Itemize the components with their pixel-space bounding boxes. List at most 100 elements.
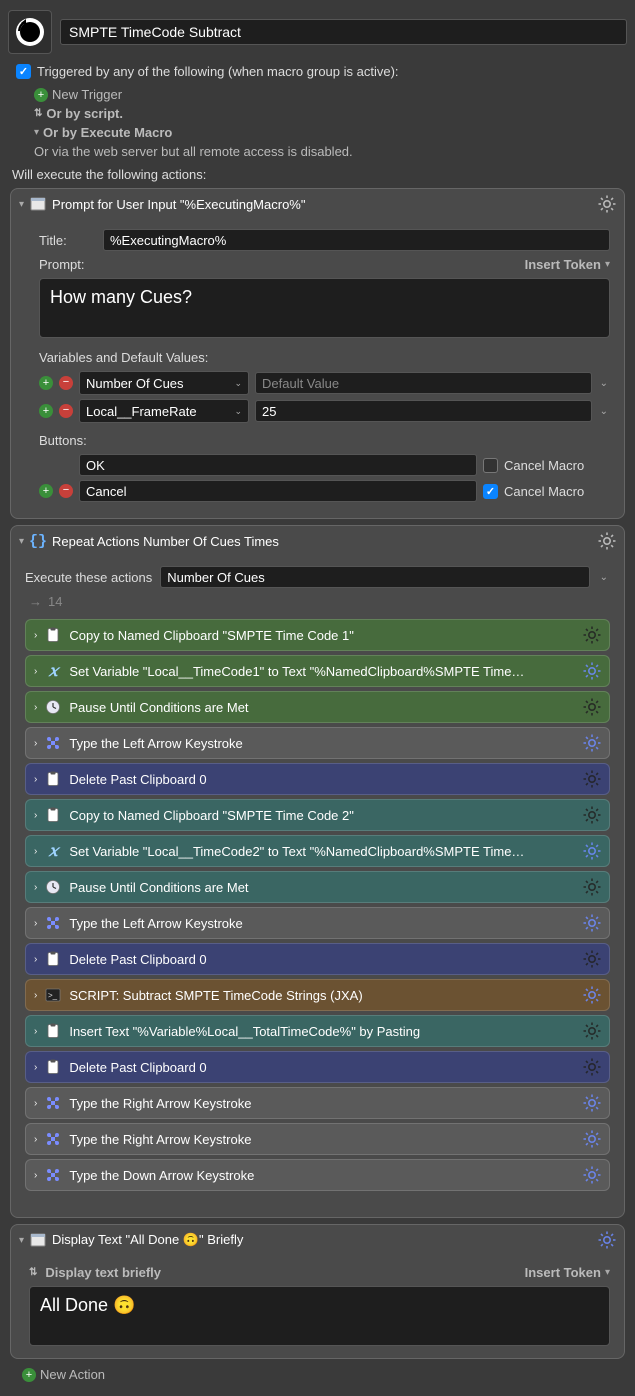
chevron-right-icon[interactable]: › [34, 1134, 37, 1145]
chevron-down-icon[interactable]: ▾ [19, 536, 24, 547]
chevron-right-icon[interactable]: › [34, 990, 37, 1001]
chevron-right-icon[interactable]: › [34, 666, 37, 677]
chevron-right-icon[interactable]: › [34, 918, 37, 929]
chevron-right-icon[interactable]: › [34, 738, 37, 749]
cancel-macro-label: Cancel Macro [504, 458, 584, 473]
add-action-button[interactable]: + [22, 1368, 36, 1382]
updown-icon[interactable]: ⇅ [29, 1267, 37, 1278]
gear-icon[interactable] [583, 1166, 601, 1184]
step-row[interactable]: ›Type the Right Arrow Keystroke [25, 1087, 610, 1119]
chevron-down-icon[interactable]: ⌄ [598, 378, 610, 389]
step-row[interactable]: ›Type the Right Arrow Keystroke [25, 1123, 610, 1155]
remove-var-button[interactable]: − [59, 404, 73, 418]
button-name-input[interactable] [79, 480, 477, 502]
step-row[interactable]: ›SCRIPT: Subtract SMPTE TimeCode Strings… [25, 979, 610, 1011]
add-trigger-button[interactable]: + [34, 88, 48, 102]
macro-icon[interactable] [8, 10, 52, 54]
chevron-right-icon[interactable]: › [34, 1098, 37, 1109]
cmd-icon [45, 1167, 61, 1183]
step-row[interactable]: ›𝑥Set Variable "Local__TimeCode1" to Tex… [25, 655, 610, 687]
gear-icon[interactable] [583, 770, 601, 788]
gear-icon[interactable] [583, 986, 601, 1004]
chevron-down-icon[interactable]: ▾ [19, 199, 24, 210]
window-icon [30, 196, 46, 212]
step-row[interactable]: ›Copy to Named Clipboard "SMPTE Time Cod… [25, 619, 610, 651]
add-var-button[interactable]: + [39, 404, 53, 418]
step-row[interactable]: ›𝑥Set Variable "Local__TimeCode2" to Tex… [25, 835, 610, 867]
macro-title-input[interactable] [60, 19, 627, 45]
gear-icon[interactable] [583, 734, 601, 752]
gear-icon[interactable] [583, 698, 601, 716]
gear-icon[interactable] [583, 914, 601, 932]
action-header[interactable]: ▾ Display Text "All Done 🙃" Briefly [11, 1225, 624, 1255]
cancel-macro-checkbox[interactable] [483, 484, 498, 499]
gear-icon[interactable] [583, 1094, 601, 1112]
triggered-checkbox[interactable] [16, 64, 31, 79]
chevron-right-icon[interactable]: › [34, 1170, 37, 1181]
var-default-input[interactable] [255, 400, 592, 422]
chevron-right-icon[interactable]: › [34, 774, 37, 785]
var-default-input[interactable] [255, 372, 592, 394]
action-header[interactable]: ▾ {} Repeat Actions Number Of Cues Times [11, 526, 624, 556]
remove-button-button[interactable]: − [59, 484, 73, 498]
gear-icon[interactable] [598, 1231, 616, 1249]
chevron-down-icon[interactable]: ▾ [19, 1235, 24, 1246]
step-row[interactable]: ›Delete Past Clipboard 0 [25, 763, 610, 795]
step-row[interactable]: › Insert Text "%Variable%Local__TotalTime… [25, 1015, 610, 1047]
chevron-right-icon[interactable]: › [34, 846, 37, 857]
insert-token-link[interactable]: Insert Token [525, 257, 601, 272]
chevron-right-icon[interactable]: › [34, 630, 37, 641]
chevron-down-icon[interactable]: ▾ [34, 127, 39, 138]
step-row[interactable]: ›Type the Left Arrow Keystroke [25, 907, 610, 939]
gear-icon[interactable] [583, 1130, 601, 1148]
add-button-button[interactable]: + [39, 484, 53, 498]
or-script-link[interactable]: Or by script. [46, 106, 123, 121]
chevron-down-icon[interactable]: ▾ [605, 1267, 610, 1278]
chevron-down-icon[interactable]: ⌄ [598, 406, 610, 417]
remove-var-button[interactable]: − [59, 376, 73, 390]
gear-icon[interactable] [583, 662, 601, 680]
prompt-textarea[interactable] [39, 278, 610, 338]
chevron-right-icon[interactable]: › [34, 1026, 37, 1037]
action-header[interactable]: ▾ Prompt for User Input "%ExecutingMacro… [11, 189, 624, 219]
step-row[interactable]: ›Type the Down Arrow Keystroke [25, 1159, 610, 1191]
title-field-input[interactable] [103, 229, 610, 251]
new-action-link[interactable]: New Action [40, 1367, 105, 1382]
gear-icon[interactable] [583, 806, 601, 824]
chevron-right-icon[interactable]: › [34, 954, 37, 965]
var-name-select[interactable]: Number Of Cues⌄ [79, 371, 249, 395]
chevron-down-icon[interactable]: ⌄ [598, 572, 610, 583]
new-trigger-link[interactable]: New Trigger [52, 87, 122, 102]
step-title: Set Variable "Local__TimeCode1" to Text … [69, 664, 575, 679]
gear-icon[interactable] [583, 1058, 601, 1076]
chevron-right-icon[interactable]: › [34, 882, 37, 893]
var-name-select[interactable]: Local__FrameRate⌄ [79, 399, 249, 423]
prompt-field-label: Prompt: [39, 257, 95, 272]
gear-icon[interactable] [598, 195, 616, 213]
button-name-input[interactable] [79, 454, 477, 476]
or-execute-link[interactable]: Or by Execute Macro [43, 125, 172, 140]
gear-icon[interactable] [583, 1022, 601, 1040]
step-row[interactable]: ›Delete Past Clipboard 0 [25, 943, 610, 975]
chevron-right-icon[interactable]: › [34, 810, 37, 821]
add-var-button[interactable]: + [39, 376, 53, 390]
insert-token-link[interactable]: Insert Token [525, 1265, 601, 1280]
execute-input[interactable] [160, 566, 589, 588]
step-row[interactable]: ›Copy to Named Clipboard "SMPTE Time Cod… [25, 799, 610, 831]
gear-icon[interactable] [583, 878, 601, 896]
step-row[interactable]: ›Pause Until Conditions are Met [25, 871, 610, 903]
gear-icon[interactable] [583, 626, 601, 644]
cancel-macro-checkbox[interactable] [483, 458, 498, 473]
step-row[interactable]: ›Pause Until Conditions are Met [25, 691, 610, 723]
step-row[interactable]: ›Delete Past Clipboard 0 [25, 1051, 610, 1083]
gear-icon[interactable] [583, 950, 601, 968]
chevron-right-icon[interactable]: › [34, 1062, 37, 1073]
display-textarea[interactable] [29, 1286, 610, 1346]
chevron-right-icon[interactable]: › [34, 702, 37, 713]
chevron-down-icon[interactable]: ▾ [605, 259, 610, 270]
step-title: Insert Text "%Variable%Local__TotalTimeC… [69, 1024, 575, 1039]
gear-icon[interactable] [583, 842, 601, 860]
step-row[interactable]: ›Type the Left Arrow Keystroke [25, 727, 610, 759]
display-sub-label[interactable]: Display text briefly [45, 1265, 161, 1280]
gear-icon[interactable] [598, 532, 616, 550]
